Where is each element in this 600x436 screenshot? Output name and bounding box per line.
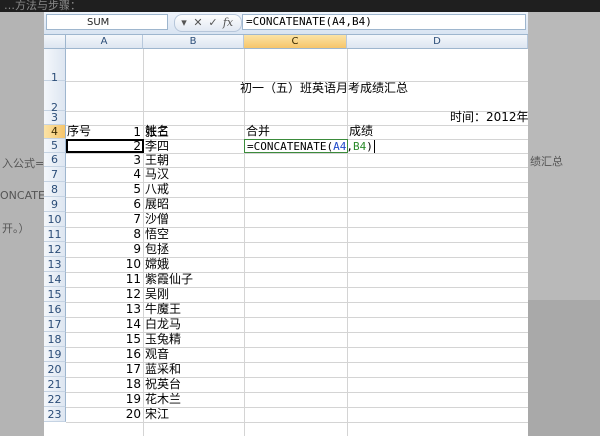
cell-name[interactable]: 白龙马 [145, 318, 181, 331]
background-text: ONCATE [0, 189, 45, 202]
row-header-2[interactable]: 2 [44, 81, 66, 114]
cell-name[interactable]: 花木兰 [145, 393, 181, 406]
check-icon[interactable]: ✓ [206, 15, 220, 31]
row-header-16[interactable]: 16 [44, 302, 66, 317]
cell-name[interactable]: 马汉 [145, 168, 169, 181]
row-header-20[interactable]: 20 [44, 362, 66, 377]
cell-name[interactable]: 包拯 [145, 243, 169, 256]
cell-name[interactable]: 吴刚 [145, 288, 169, 301]
cell-no[interactable]: 16 [68, 348, 141, 361]
background-text: 绩汇总 [530, 155, 563, 168]
row-header-8[interactable]: 8 [44, 182, 66, 197]
row-header-18[interactable]: 18 [44, 332, 66, 347]
cell-no[interactable]: 7 [68, 213, 141, 226]
grid-row-line [66, 422, 528, 423]
row-header-23[interactable]: 23 [44, 407, 66, 422]
row-header-17[interactable]: 17 [44, 317, 66, 332]
column-header-b[interactable]: B [143, 35, 244, 49]
formula-bar: SUM ▾ ✕ ✓ fx =CONCATENATE(A4,B4) [44, 12, 528, 35]
formula-suffix: ) [366, 140, 373, 153]
insert-function-button[interactable]: fx [221, 15, 235, 31]
cell-no[interactable]: 20 [68, 408, 141, 421]
row-header-4[interactable]: 4 [44, 125, 66, 139]
row-header-14[interactable]: 14 [44, 272, 66, 287]
formula-buttons: ▾ ✕ ✓ fx [174, 14, 242, 32]
cell-name[interactable]: 张三 [145, 126, 169, 139]
cell-no[interactable]: 14 [68, 318, 141, 331]
cell-no[interactable]: 15 [68, 333, 141, 346]
row-header-15[interactable]: 15 [44, 287, 66, 302]
cell-no[interactable]: 6 [68, 198, 141, 211]
row-header-10[interactable]: 10 [44, 212, 66, 227]
cell-no[interactable]: 5 [68, 183, 141, 196]
formula-prefix: =CONCATENATE( [247, 140, 334, 153]
cell-name[interactable]: 宋江 [145, 408, 169, 421]
cell-no[interactable]: 13 [68, 303, 141, 316]
excel-window: SUM ▾ ✕ ✓ fx =CONCATENATE(A4,B4) A B C D… [44, 12, 528, 436]
column-header-d[interactable]: D [347, 35, 528, 49]
cell-no[interactable]: 17 [68, 363, 141, 376]
cell-no[interactable]: 11 [68, 273, 141, 286]
row-header-7[interactable]: 7 [44, 167, 66, 182]
formula-input[interactable]: =CONCATENATE(A4,B4) [242, 14, 526, 30]
header-cell-score[interactable]: 成绩 [349, 125, 373, 138]
cell-name[interactable]: 蓝采和 [145, 363, 181, 376]
cell-no[interactable]: 19 [68, 393, 141, 406]
header-cell-merge[interactable]: 合并 [246, 125, 270, 138]
cell-no[interactable]: 10 [68, 258, 141, 271]
cell-no[interactable]: 4 [68, 168, 141, 181]
cell-name[interactable]: 展昭 [145, 198, 169, 211]
worksheet-grid: A B C D 1 2 3 4 5 6 7 8 9 10 11 12 13 14 15 16 17 18 19 20 2… [44, 35, 528, 436]
row-header-22[interactable]: 22 [44, 392, 66, 407]
background-left-panel: 入公式= ONCATE 开。） [0, 12, 45, 436]
background-text: 入公式= [2, 157, 45, 170]
cell-name[interactable]: 悟空 [145, 228, 169, 241]
cell-name[interactable]: 紫霞仙子 [145, 273, 193, 286]
cell-no[interactable]: 12 [68, 288, 141, 301]
time-label[interactable]: 时间：2012年 [450, 111, 528, 124]
cell-no[interactable]: 18 [68, 378, 141, 391]
row-header-19[interactable]: 19 [44, 347, 66, 362]
formula-ref-a4: A4 [333, 140, 347, 153]
row-header-6[interactable]: 6 [44, 153, 66, 167]
column-header-c[interactable]: C [244, 35, 347, 49]
cell-no[interactable]: 1 [68, 126, 141, 139]
row-header-13[interactable]: 13 [44, 257, 66, 272]
cell-no[interactable]: 3 [68, 154, 141, 167]
text-cursor [373, 140, 375, 153]
cell-name[interactable]: 王朝 [145, 154, 169, 167]
row-header-12[interactable]: 12 [44, 242, 66, 257]
background-text: 开。） [2, 222, 30, 235]
selected-cell-a4[interactable] [66, 139, 144, 153]
formula-ref-b4: B4 [352, 140, 367, 153]
select-all-corner[interactable] [44, 35, 66, 49]
background-title: …方法与步骤： [4, 0, 81, 12]
cell-name[interactable]: 玉兔精 [145, 333, 181, 346]
cell-name[interactable]: 观音 [145, 348, 169, 361]
name-box[interactable]: SUM [46, 14, 168, 30]
cell-no[interactable]: 8 [68, 228, 141, 241]
close-icon[interactable]: ✕ [191, 15, 205, 31]
chevron-down-icon[interactable]: ▾ [177, 15, 191, 31]
row-header-5[interactable]: 5 [44, 139, 66, 153]
formula-comma: , [346, 140, 353, 153]
cell-name[interactable]: 李四 [145, 140, 169, 153]
row-header-9[interactable]: 9 [44, 197, 66, 212]
cell-name[interactable]: 八戒 [145, 183, 169, 196]
editing-formula[interactable]: =CONCATENATE(A4,B4) [247, 140, 375, 153]
column-header-a[interactable]: A [66, 35, 143, 49]
cell-name[interactable]: 沙僧 [145, 213, 169, 226]
cell-name[interactable]: 祝英台 [145, 378, 181, 391]
sheet-title[interactable]: 初一（五）班英语月考成绩汇总 [240, 79, 408, 96]
row-header-1[interactable]: 1 [44, 49, 66, 84]
background-right-strip [528, 300, 600, 436]
row-header-21[interactable]: 21 [44, 377, 66, 392]
cell-no[interactable]: 9 [68, 243, 141, 256]
row-header-3[interactable]: 3 [44, 111, 66, 125]
cell-name[interactable]: 嫦娥 [145, 258, 169, 271]
row-header-11[interactable]: 11 [44, 227, 66, 242]
cell-name[interactable]: 牛魔王 [145, 303, 181, 316]
